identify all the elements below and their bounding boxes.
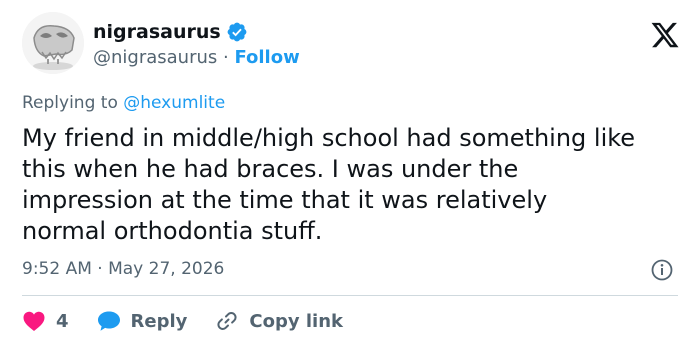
- follow-button[interactable]: Follow: [234, 47, 299, 68]
- copy-link-button[interactable]: Copy link: [215, 309, 343, 333]
- dinosaur-skull-avatar-icon: [22, 12, 84, 74]
- tweet-timestamp[interactable]: 9:52 AM · May 27, 2026: [22, 259, 224, 279]
- like-count: 4: [56, 310, 69, 332]
- replying-prefix: Replying to: [22, 93, 124, 113]
- handle-row: @nigrasaurus · Follow: [93, 47, 300, 68]
- reply-label: Reply: [130, 310, 188, 332]
- replying-to: Replying to @hexumlite: [22, 93, 225, 113]
- link-icon: [217, 312, 237, 330]
- verified-badge-icon: [226, 21, 248, 43]
- handle-separator: ·: [217, 47, 235, 68]
- author-name-row: nigrasaurus: [93, 21, 248, 43]
- handle[interactable]: @nigrasaurus: [93, 47, 217, 68]
- tweet-text: My friend in middle/high school had some…: [22, 124, 636, 245]
- avatar[interactable]: [22, 12, 84, 74]
- info-icon[interactable]: [650, 258, 674, 282]
- heart-icon: [23, 311, 45, 331]
- action-bar: 4 Reply Copy link: [22, 306, 343, 336]
- display-name[interactable]: nigrasaurus: [93, 21, 221, 43]
- x-logo-icon[interactable]: [650, 20, 680, 50]
- copy-link-label: Copy link: [249, 310, 343, 332]
- divider: [22, 295, 678, 296]
- reply-bubble-icon: [97, 311, 120, 331]
- reply-button[interactable]: Reply: [97, 310, 188, 332]
- reply-mention-link[interactable]: @hexumlite: [123, 93, 225, 113]
- like-button[interactable]: 4: [22, 310, 69, 332]
